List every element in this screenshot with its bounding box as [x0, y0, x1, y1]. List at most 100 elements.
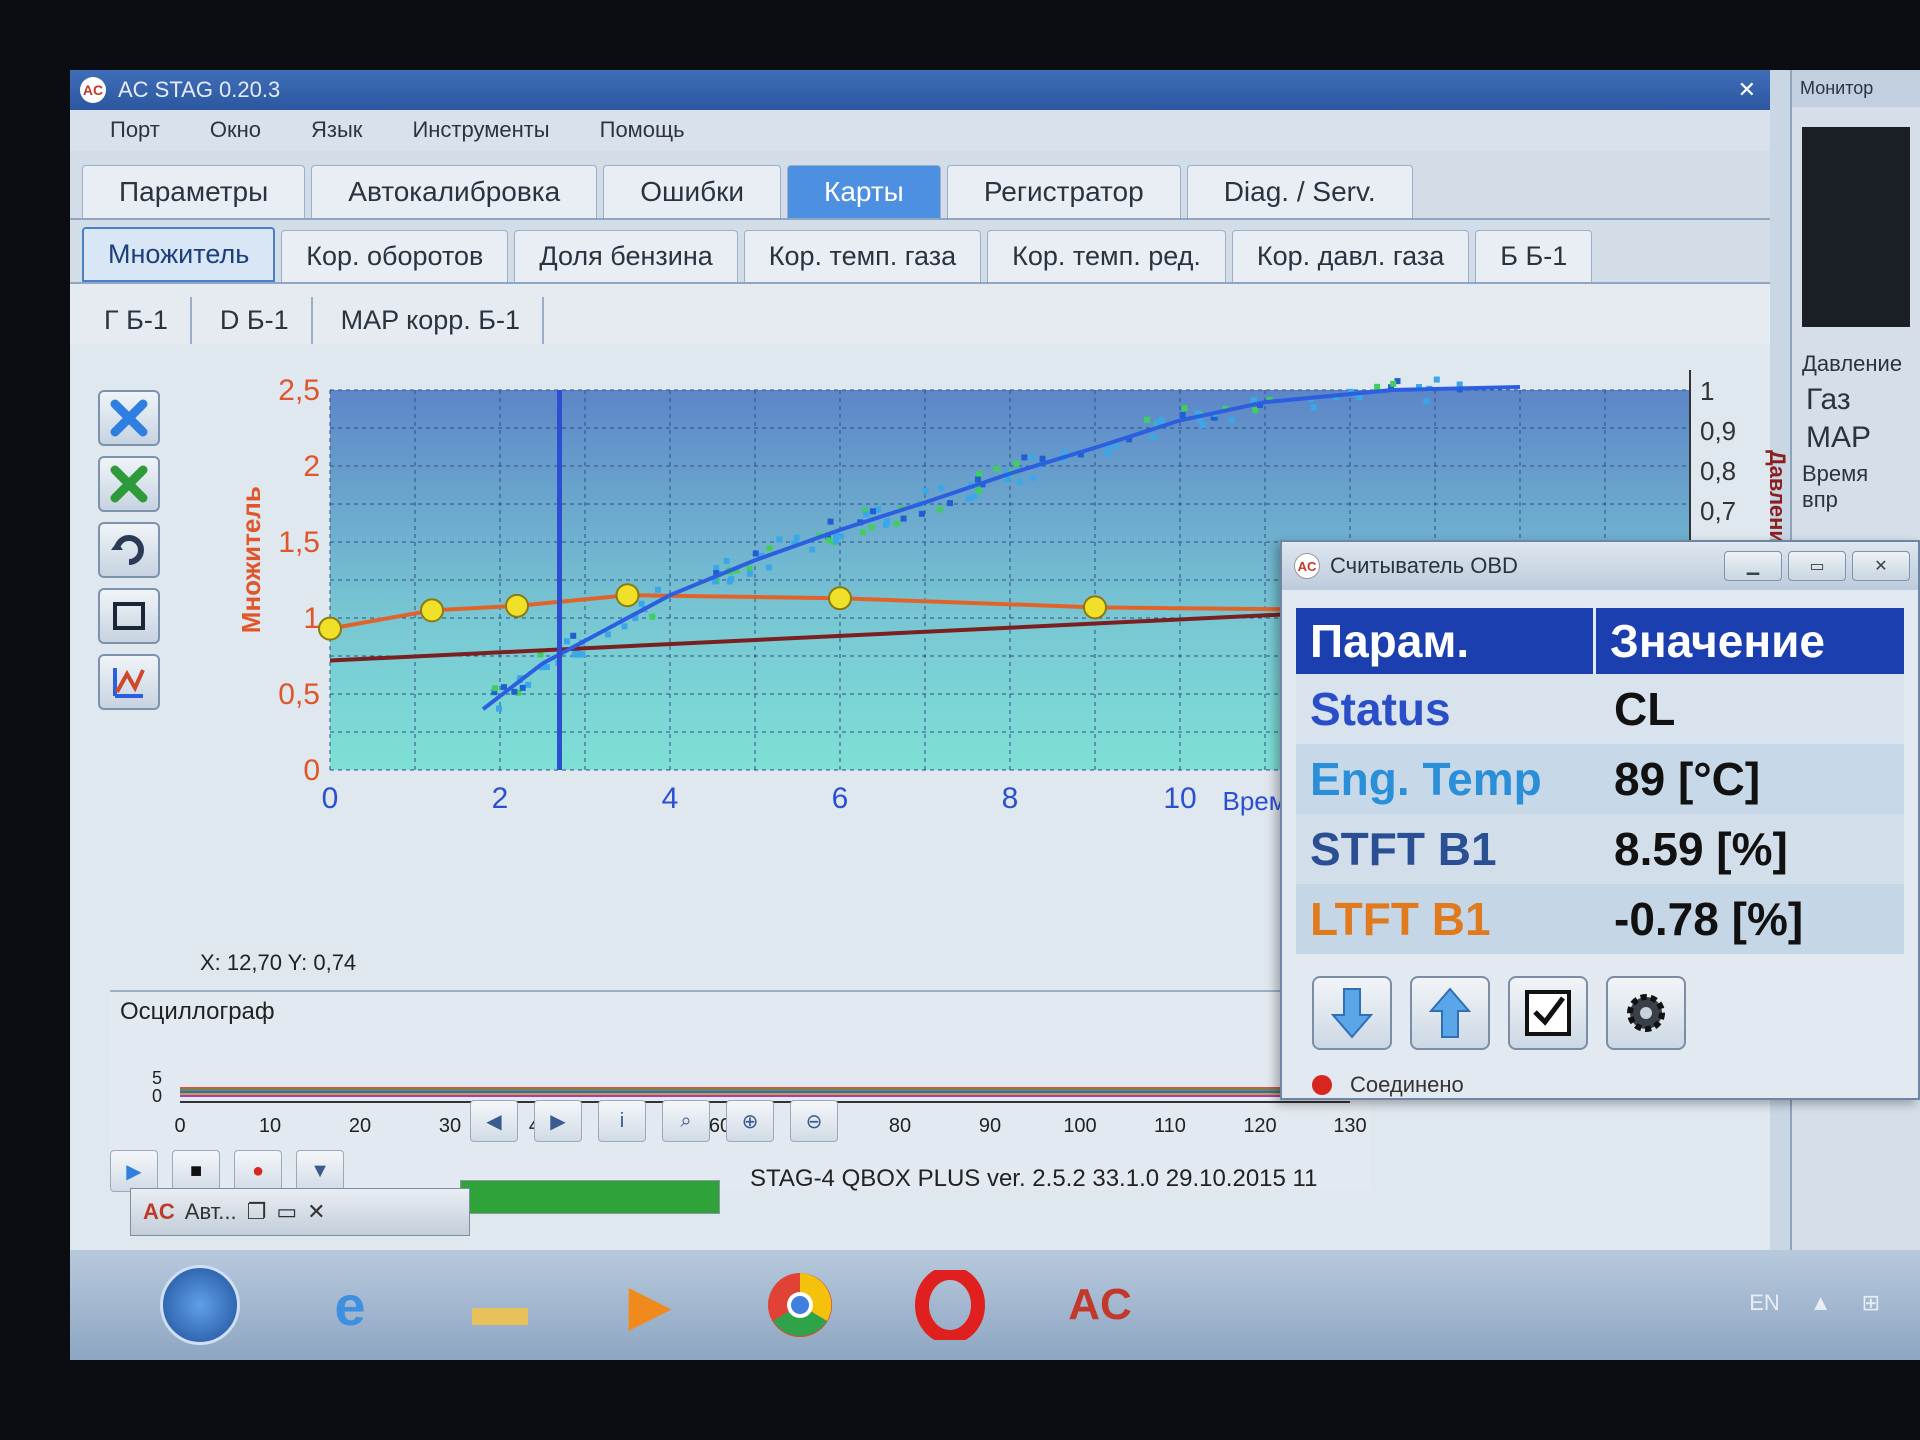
obd-window-title: Считыватель OBD — [1330, 553, 1518, 578]
minimize-icon: ▁ — [1746, 558, 1760, 575]
info-button[interactable]: i — [598, 1100, 646, 1142]
clear-blue-button[interactable] — [98, 390, 160, 446]
refresh-button[interactable] — [98, 522, 160, 578]
minimized-window[interactable]: AC Авт... ❐ ▭ ✕ — [130, 1188, 470, 1236]
prev-button[interactable]: ◀ — [470, 1100, 518, 1142]
record-button[interactable]: ● — [234, 1150, 282, 1192]
tab-petrol-share[interactable]: Доля бензина — [514, 230, 738, 282]
opera-icon[interactable] — [910, 1265, 990, 1345]
tab-g-b1[interactable]: Г Б-1 — [82, 297, 192, 344]
table-row[interactable]: STFT B1 8.59 [%] — [1296, 814, 1904, 884]
clear-green-button[interactable] — [98, 456, 160, 512]
table-row[interactable]: Eng. Temp 89 [°C] — [1296, 744, 1904, 814]
tray-arrow-icon[interactable]: ▲ — [1810, 1290, 1832, 1316]
tab-autocalibration[interactable]: Автокалибровка — [311, 165, 598, 218]
ac-stag-taskbar-icon[interactable]: AC — [1060, 1265, 1140, 1345]
sub-tabs: Г Б-1 D Б-1 MAP корр. Б-1 — [70, 284, 1770, 344]
minimize-button[interactable]: ▁ — [1724, 551, 1782, 581]
obd-table: Парам. Значение Status CL Eng. Temp 89 [… — [1296, 608, 1904, 954]
x-tick-label: 2 — [492, 782, 509, 815]
sample-point — [728, 576, 735, 583]
tab-parameters[interactable]: Параметры — [82, 165, 306, 218]
table-row[interactable]: Status CL — [1296, 674, 1904, 744]
maximize-icon[interactable]: ▭ — [276, 1199, 297, 1225]
close-button[interactable]: ✕ — [1852, 551, 1910, 581]
tab-maps[interactable]: Карты — [787, 165, 941, 218]
monitor-injection-label: Время впр — [1802, 461, 1869, 512]
sample-point — [1029, 454, 1036, 461]
multiplier-point[interactable] — [505, 593, 529, 618]
row-param: Status — [1310, 683, 1451, 735]
curve-edit-button[interactable] — [98, 654, 160, 710]
sample-point — [496, 705, 503, 712]
zoom-button[interactable]: ⌕ — [662, 1100, 710, 1142]
menu-window[interactable]: Окно — [210, 117, 261, 143]
tab-errors[interactable]: Ошибки — [603, 165, 782, 218]
stop-button[interactable]: ■ — [172, 1150, 220, 1192]
zoom-out-button[interactable]: ⊖ — [790, 1100, 838, 1142]
sample-point — [1016, 478, 1023, 485]
multiplier-point[interactable] — [1083, 595, 1107, 620]
table-row[interactable]: LTFT B1 -0.78 [%] — [1296, 884, 1904, 954]
tab-reducer-temp-corr[interactable]: Кор. темп. ред. — [987, 230, 1226, 282]
tab-d-b1[interactable]: D Б-1 — [198, 297, 313, 344]
multiplier-point[interactable] — [615, 583, 640, 608]
tab-rpm-corr[interactable]: Кор. оборотов — [281, 230, 509, 282]
refresh-icon — [111, 535, 144, 565]
internet-explorer-icon[interactable]: e — [310, 1265, 390, 1345]
zoom-in-button[interactable]: ⊕ — [726, 1100, 774, 1142]
row-param: Eng. Temp — [1310, 753, 1542, 805]
menu-tools[interactable]: Инструменты — [412, 117, 549, 143]
osc-x-tick-label: 130 — [1333, 1115, 1366, 1137]
osc-x-tick-label: 10 — [259, 1115, 281, 1137]
windows-flag-icon[interactable]: ⊞ — [1862, 1290, 1880, 1316]
sample-point — [1104, 450, 1111, 457]
media-player-icon[interactable]: ▶ — [610, 1265, 690, 1345]
select-rect-button[interactable] — [98, 588, 160, 644]
tab-b-b1[interactable]: Б Б-1 — [1475, 230, 1593, 282]
osc-y-tick-label: 5 — [152, 1068, 162, 1088]
multiplier-point[interactable] — [420, 598, 444, 623]
close-icon[interactable]: ✕ — [1738, 77, 1756, 103]
multiplier-point[interactable] — [828, 586, 852, 611]
tab-diag-serv[interactable]: Diag. / Serv. — [1186, 165, 1413, 218]
y-tick-label: 1 — [303, 602, 320, 635]
tab-gas-temp-corr[interactable]: Кор. темп. газа — [743, 230, 982, 282]
menu-help[interactable]: Помощь — [600, 117, 685, 143]
chrome-logo — [768, 1273, 832, 1337]
start-button[interactable] — [160, 1265, 240, 1345]
tab-map-corr-b1[interactable]: MAP корр. Б-1 — [319, 297, 545, 344]
multiplier-point[interactable] — [318, 616, 342, 641]
maximize-button[interactable]: ▭ — [1788, 551, 1846, 581]
sample-point — [809, 546, 816, 553]
restore-icon[interactable]: ❐ — [247, 1199, 267, 1225]
progress-fill — [461, 1181, 719, 1213]
language-indicator[interactable]: EN — [1749, 1290, 1780, 1316]
tab-multiplier[interactable]: Множитель — [82, 227, 276, 282]
tab-recorder[interactable]: Регистратор — [946, 165, 1181, 218]
file-explorer-icon[interactable]: ▬ — [460, 1265, 540, 1345]
arrow-down-icon: ▼ — [310, 1159, 330, 1182]
tab-gas-pressure-corr[interactable]: Кор. давл. газа — [1231, 230, 1470, 282]
sample-point — [570, 632, 577, 639]
move-down-button[interactable] — [1312, 976, 1392, 1050]
close-icon[interactable]: ✕ — [307, 1199, 325, 1225]
download-button[interactable]: ▼ — [296, 1150, 344, 1192]
chrome-icon[interactable] — [760, 1265, 840, 1345]
sample-point — [1390, 380, 1397, 387]
play-button[interactable]: ▶ — [110, 1150, 158, 1192]
row-value: 89 [°C] — [1614, 753, 1761, 805]
y2-tick-label: 0,7 — [1700, 496, 1736, 526]
next-button[interactable]: ▶ — [534, 1100, 582, 1142]
connection-status-text: Соединено — [1350, 1072, 1464, 1097]
obd-actions — [1312, 976, 1918, 1050]
menu-language[interactable]: Язык — [311, 117, 362, 143]
osc-x-tick-label: 20 — [349, 1115, 371, 1137]
menu-port[interactable]: Порт — [110, 117, 160, 143]
settings-button[interactable] — [1606, 976, 1686, 1050]
header-param: Парам. — [1296, 608, 1596, 674]
opera-logo — [915, 1270, 985, 1340]
move-up-button[interactable] — [1410, 976, 1490, 1050]
y2-tick-label: 1 — [1700, 376, 1714, 406]
confirm-button[interactable] — [1508, 976, 1588, 1050]
